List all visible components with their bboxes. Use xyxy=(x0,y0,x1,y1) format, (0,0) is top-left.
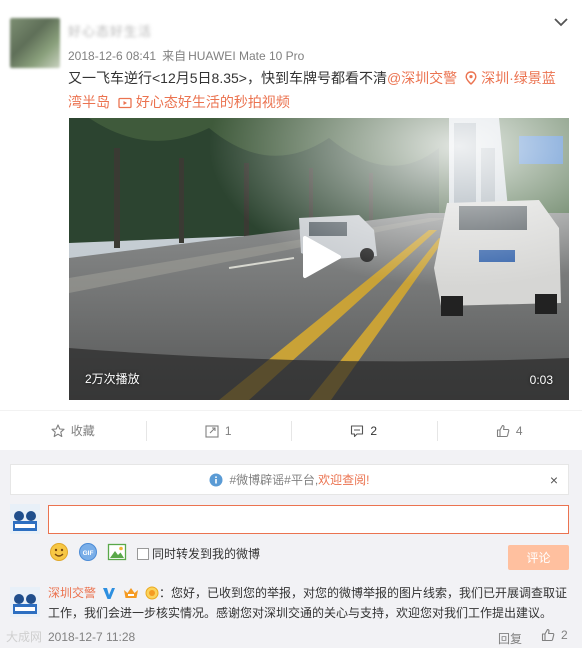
video-icon xyxy=(118,97,132,109)
info-icon xyxy=(209,473,223,486)
post-source-prefix: 来自 xyxy=(162,49,187,63)
author-name[interactable]: 好心态好生活 xyxy=(68,21,152,40)
notice-link[interactable]: 欢迎查阅! xyxy=(318,471,369,488)
gif-icon[interactable]: GIF xyxy=(78,542,98,562)
image-icon[interactable] xyxy=(107,542,127,562)
reply-content: 深圳交警 ：您好，已收到您的举报，对您的微博举报的图片线索，我们已开展调查取证工… xyxy=(48,583,568,623)
verified-icon xyxy=(103,588,116,599)
like-icon xyxy=(541,628,555,642)
video-views: 2万次播放 xyxy=(85,372,140,386)
video-duration: 0:03 xyxy=(529,373,553,387)
forward-count: 1 xyxy=(224,423,232,438)
video-player[interactable]: 2万次播放 0:03 xyxy=(69,118,569,400)
comment-input[interactable] xyxy=(48,505,569,534)
forward-icon xyxy=(205,424,219,438)
my-avatar[interactable] xyxy=(10,504,40,534)
favorite-button[interactable]: 收藏 xyxy=(0,411,146,450)
forward-label: 同时转发到我的微博 xyxy=(152,547,261,561)
forward-button[interactable]: 1 xyxy=(145,411,292,450)
post-text: 又一飞车逆行<12月5日8.35>，快到车牌号都看不清 xyxy=(68,70,387,86)
reply-author[interactable]: 深圳交警 xyxy=(48,586,96,600)
emoji-icon[interactable] xyxy=(49,542,69,562)
like-button[interactable]: 4 xyxy=(436,411,582,450)
star-icon xyxy=(51,423,65,437)
location-pin-icon xyxy=(465,71,477,85)
comment-count: 2 xyxy=(370,423,378,438)
like-icon xyxy=(496,424,510,437)
comment-button[interactable]: 2 xyxy=(291,411,437,450)
post-meta: 2018-12-6 08:41 来自 HUAWEI Mate 10 Pro xyxy=(68,47,310,64)
post-content: 又一飞车逆行<12月5日8.35>，快到车牌号都看不清@深圳交警 深圳·绿景蓝湾… xyxy=(68,66,568,114)
play-icon[interactable] xyxy=(299,234,343,280)
post-date[interactable]: 2018-12-6 08:41 xyxy=(68,49,156,63)
medal-icon xyxy=(145,586,159,600)
vip-badge-icon xyxy=(123,588,138,598)
reply-button[interactable]: 回复 xyxy=(498,630,522,647)
reply-avatar[interactable] xyxy=(10,587,40,617)
reply-like-count: 2 xyxy=(561,628,568,642)
reply-time: 2018-12-7 11:28 xyxy=(48,630,136,644)
notice-text: #微博辟谣#平台, xyxy=(229,473,319,487)
submit-comment-button[interactable]: 评论 xyxy=(508,545,569,570)
rumor-notice: #微博辟谣#平台, 欢迎查阅! × xyxy=(10,464,569,495)
video-link[interactable]: 好心态好生活的秒拍视频 xyxy=(136,94,290,110)
svg-text:GIF: GIF xyxy=(83,550,94,557)
notice-close-button[interactable]: × xyxy=(550,472,558,488)
reply-like-button[interactable]: 2 xyxy=(541,628,568,642)
post-device[interactable]: HUAWEI Mate 10 Pro xyxy=(188,49,304,63)
author-avatar[interactable] xyxy=(10,18,60,68)
like-count: 4 xyxy=(515,423,523,438)
comment-icon xyxy=(351,424,364,437)
watermark: 大成网 xyxy=(6,630,43,644)
favorite-label: 收藏 xyxy=(70,424,95,438)
post-actions: 收藏 1 2 4 xyxy=(0,410,582,450)
mention-link[interactable]: @深圳交警 xyxy=(387,70,457,86)
forward-checkbox[interactable] xyxy=(137,548,149,560)
chevron-down-icon[interactable] xyxy=(551,12,571,32)
